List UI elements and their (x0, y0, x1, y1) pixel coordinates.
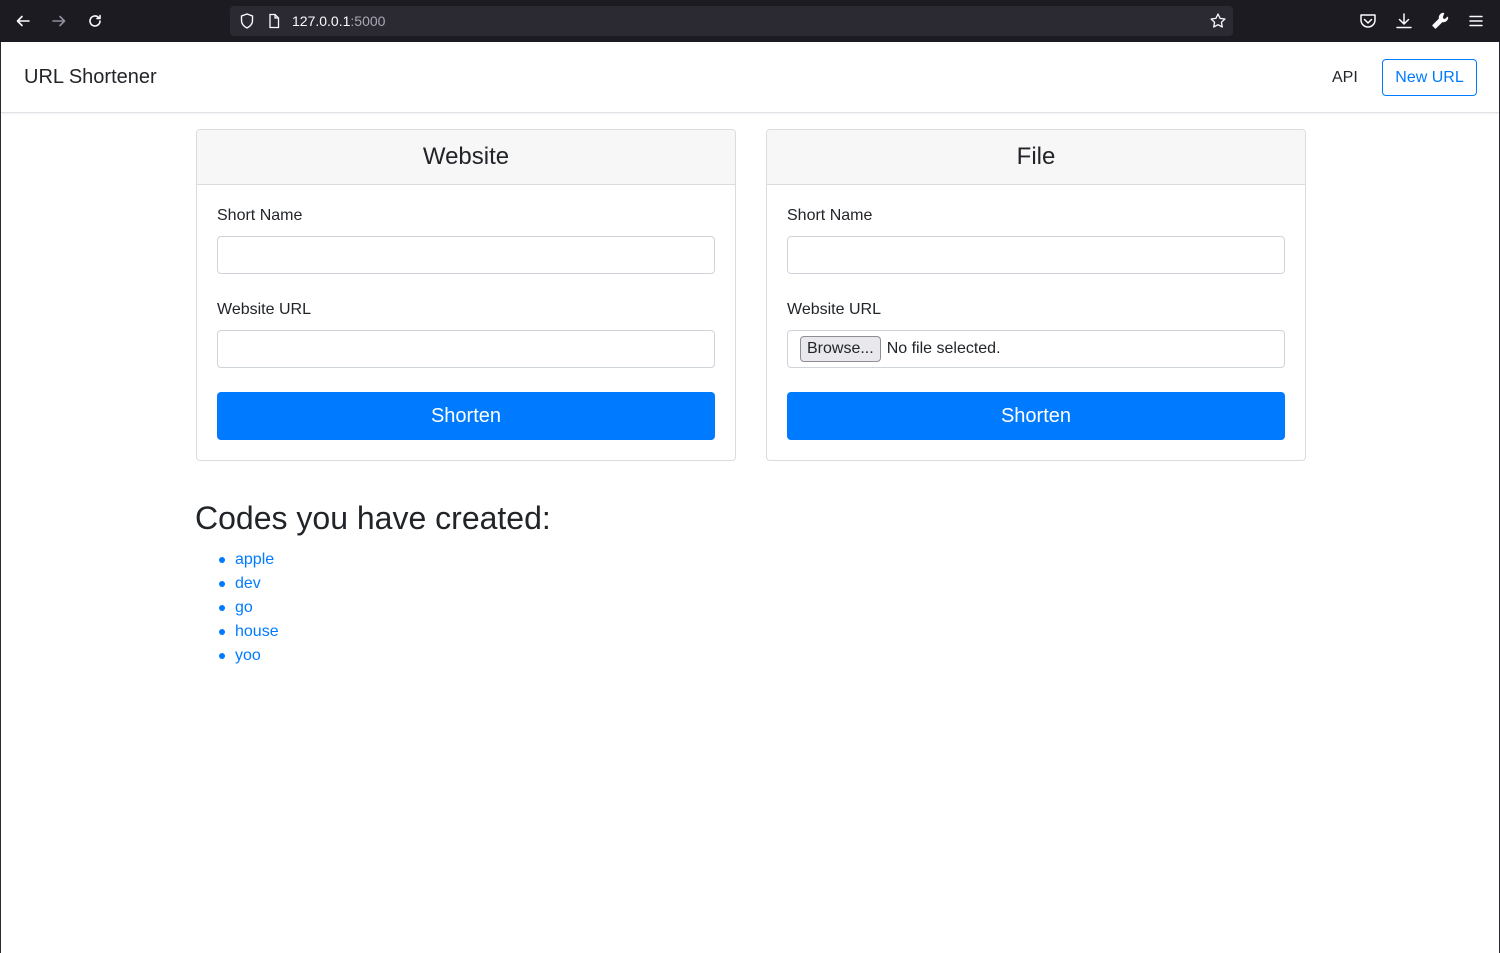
list-item[interactable]: yoo (219, 644, 279, 668)
file-card-title: File (767, 130, 1305, 185)
wrench-icon[interactable] (1430, 11, 1450, 31)
file-url-label: Website URL (787, 301, 881, 318)
url-text[interactable]: 127.0.0.1:5000 (292, 13, 385, 29)
page-icon (269, 13, 280, 29)
list-item[interactable]: dev (219, 572, 279, 596)
short-name-label: Short Name (217, 207, 303, 224)
list-item[interactable]: go (219, 596, 279, 620)
website-url-label: Website URL (217, 301, 311, 318)
file-upload-input[interactable]: Browse... No file selected. (787, 330, 1285, 368)
bullet (219, 605, 225, 611)
list-item[interactable]: house (219, 620, 279, 644)
code-link[interactable]: house (235, 623, 279, 641)
code-link[interactable]: go (235, 599, 253, 617)
bullet (219, 653, 225, 659)
website-card: Website Short Name Website URL Shorten (196, 129, 736, 461)
code-link[interactable]: yoo (235, 647, 261, 665)
list-item[interactable]: apple (219, 548, 279, 572)
codes-list: apple dev go house yoo (219, 548, 279, 668)
pocket-icon[interactable] (1358, 11, 1378, 31)
bookmark-star-icon[interactable] (1209, 12, 1227, 30)
reload-icon[interactable] (83, 9, 107, 33)
back-icon[interactable] (11, 9, 35, 33)
bullet (219, 629, 225, 635)
website-shorten-button[interactable]: Shorten (217, 392, 715, 440)
forward-icon[interactable] (47, 9, 71, 33)
brand-link[interactable]: URL Shortener (24, 66, 157, 89)
shield-icon[interactable] (238, 12, 256, 30)
file-short-name-input[interactable] (787, 236, 1285, 274)
bullet (219, 557, 225, 563)
code-link[interactable]: dev (235, 575, 261, 593)
file-status: No file selected. (886, 340, 1001, 357)
short-name-label: Short Name (787, 207, 873, 224)
website-short-name-input[interactable] (217, 236, 715, 274)
navbar: URL Shortener API New URL (1, 42, 1499, 113)
menu-icon[interactable] (1466, 11, 1486, 31)
codes-heading: Codes you have created: (195, 500, 551, 536)
browser-toolbar: 127.0.0.1:5000 (0, 0, 1500, 42)
bullet (219, 581, 225, 587)
code-link[interactable]: apple (235, 551, 274, 569)
website-url-input[interactable] (217, 330, 715, 368)
api-link[interactable]: API (1332, 69, 1358, 87)
address-bar[interactable]: 127.0.0.1:5000 (230, 6, 1233, 36)
browse-button[interactable]: Browse... (800, 336, 881, 362)
website-card-title: Website (197, 130, 735, 185)
file-card: File Short Name Website URL Browse... No… (766, 129, 1306, 461)
file-shorten-button[interactable]: Shorten (787, 392, 1285, 440)
downloads-icon[interactable] (1394, 11, 1414, 31)
new-url-button[interactable]: New URL (1382, 59, 1477, 96)
page-content: URL Shortener API New URL Website Short … (0, 42, 1500, 953)
